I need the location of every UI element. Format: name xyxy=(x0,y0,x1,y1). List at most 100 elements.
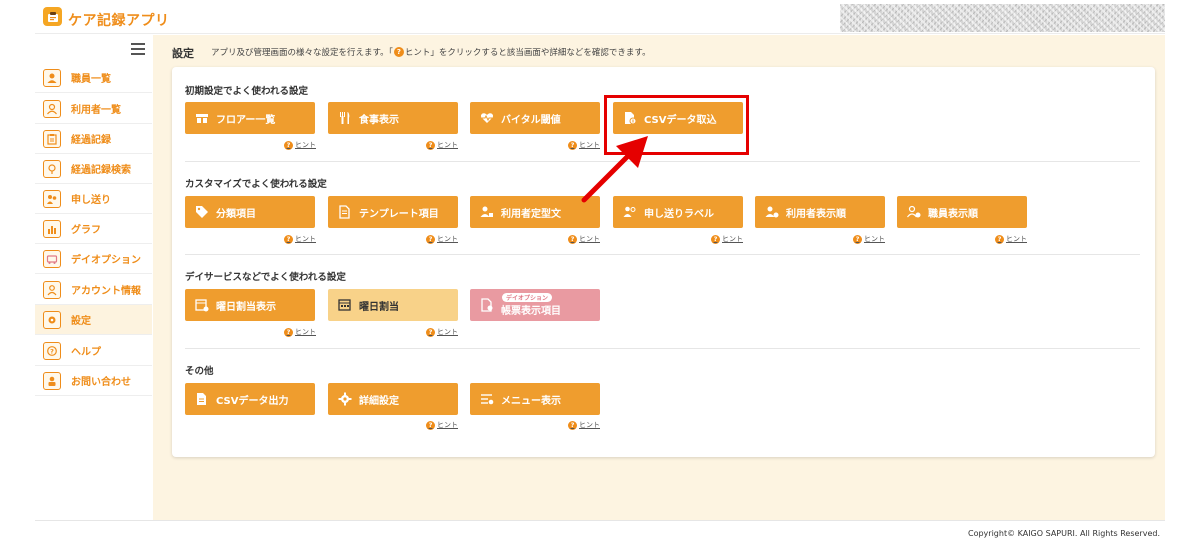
day-option-icon xyxy=(43,249,61,268)
sidebar-item-label: 利用者一覧 xyxy=(71,105,121,116)
tile-label: フロアー一覧 xyxy=(216,114,276,126)
hint-link[interactable]: ? ヒント xyxy=(426,234,458,244)
calendar-icon xyxy=(338,298,352,312)
hint-label: ヒント xyxy=(579,421,600,429)
sidebar-item-label: デイオプション xyxy=(71,255,141,266)
sidebar-item-day-option[interactable]: デイオプション xyxy=(35,244,152,274)
sidebar-item-account[interactable]: アカウント情報 xyxy=(35,275,152,305)
tile-user-display-order[interactable]: 利用者表示順 xyxy=(755,196,885,228)
hint-link[interactable]: ? ヒント xyxy=(426,420,458,430)
user-order-icon xyxy=(765,205,779,219)
day-option-badge: デイオプション xyxy=(502,293,553,302)
page-description-before: アプリ及び管理画面の様々な設定を行えます。「 xyxy=(211,48,393,58)
section-divider xyxy=(185,254,1140,255)
tile-label: 詳細設定 xyxy=(359,395,399,407)
hint-link[interactable]: ? ヒント xyxy=(853,234,885,244)
tile-label: 職員表示順 xyxy=(928,208,978,220)
hint-link[interactable]: ? ヒント xyxy=(284,327,316,337)
calendar-check-icon xyxy=(195,298,209,312)
account-icon xyxy=(43,280,61,299)
hint-label: ヒント xyxy=(437,421,458,429)
page-description: アプリ及び管理画面の様々な設定を行えます。「 ? ヒント 」をクリックすると該当… xyxy=(211,46,651,58)
header-pattern xyxy=(840,4,1165,32)
tile-staff-display-order[interactable]: 職員表示順 xyxy=(897,196,1027,228)
template-icon xyxy=(338,205,352,219)
hint-link[interactable]: ? ヒント xyxy=(426,140,458,150)
tile-category-items[interactable]: 分類項目 xyxy=(185,196,315,228)
tile-menu-display[interactable]: メニュー表示 xyxy=(470,383,600,415)
user-phrase-icon xyxy=(480,205,494,219)
fork-knife-icon xyxy=(338,111,352,125)
sidebar-item-graph[interactable]: グラフ xyxy=(35,214,152,244)
section-title-other: その他 xyxy=(185,366,214,377)
tile-label: 曜日割当 xyxy=(359,301,399,313)
floor-icon xyxy=(195,111,209,125)
handover-icon xyxy=(43,189,61,208)
sidebar: 職員一覧 利用者一覧 経過記録 経過記録検索 申し送り グラフ デイオプション … xyxy=(35,35,152,520)
sidebar-item-label: 経過記録検索 xyxy=(71,165,131,176)
hint-link[interactable]: ? ヒント xyxy=(284,234,316,244)
sidebar-item-staff-list[interactable]: 職員一覧 xyxy=(35,63,152,93)
help-icon: ? xyxy=(43,341,61,360)
tile-label: バイタル閾値 xyxy=(501,114,561,126)
hint-label: ヒント xyxy=(437,328,458,336)
section-divider xyxy=(185,348,1140,349)
question-icon: ? xyxy=(393,47,404,57)
sidebar-item-label: 経過記録 xyxy=(71,135,111,146)
sidebar-item-label: アカウント情報 xyxy=(71,286,141,297)
sidebar-item-handover[interactable]: 申し送り xyxy=(35,184,152,214)
question-icon: ? xyxy=(853,234,862,244)
hint-link[interactable]: ? ヒント xyxy=(568,234,600,244)
sidebar-item-record-search[interactable]: 経過記録検索 xyxy=(35,154,152,184)
hint-link[interactable]: ? ヒント xyxy=(995,234,1027,244)
tile-floor-list[interactable]: フロアー一覧 xyxy=(185,102,315,134)
sidebar-item-settings[interactable]: 設定 xyxy=(35,305,152,335)
section-title-day-service: デイサービスなどでよく使われる設定 xyxy=(185,272,346,283)
sidebar-item-label: ヘルプ xyxy=(71,347,101,358)
tile-report-display-items[interactable]: デイオプション 帳票表示項目 xyxy=(470,289,600,321)
gear-icon xyxy=(338,392,352,406)
hint-label: ヒント xyxy=(437,141,458,149)
question-icon: ? xyxy=(568,234,577,244)
sidebar-item-label: お問い合わせ xyxy=(71,377,131,388)
tile-weekday-assign[interactable]: 曜日割当 xyxy=(328,289,458,321)
app-title[interactable]: ケア記録アプリ xyxy=(68,10,170,30)
section-title-customize: カスタマイズでよく使われる設定 xyxy=(185,179,327,190)
sidebar-item-contact[interactable]: お問い合わせ xyxy=(35,366,152,396)
tile-label: テンプレート項目 xyxy=(359,208,439,220)
question-icon: ? xyxy=(426,234,435,244)
question-icon: ? xyxy=(426,327,435,337)
hamburger-icon[interactable] xyxy=(131,43,145,55)
hint-link[interactable]: ? ヒント xyxy=(426,327,458,337)
hint-link[interactable]: ? ヒント xyxy=(284,140,316,150)
sidebar-item-user-list[interactable]: 利用者一覧 xyxy=(35,94,152,124)
question-icon: ? xyxy=(284,234,293,244)
vital-heart-icon xyxy=(480,111,494,125)
settings-icon xyxy=(43,310,61,329)
tile-detail-settings[interactable]: 詳細設定 xyxy=(328,383,458,415)
question-icon: ? xyxy=(568,420,577,430)
footer-divider xyxy=(35,520,1165,521)
hint-link[interactable]: ? ヒント xyxy=(711,234,743,244)
tile-weekday-assign-display[interactable]: 曜日割当表示 xyxy=(185,289,315,321)
hint-label: ヒント xyxy=(579,235,600,243)
sidebar-item-help[interactable]: ? ヘルプ xyxy=(35,336,152,366)
tile-label: 分類項目 xyxy=(216,208,256,220)
svg-text:?: ? xyxy=(50,347,54,355)
care-record-logo-icon xyxy=(43,7,62,26)
tile-label: 食事表示 xyxy=(359,114,399,126)
tile-label: 帳票表示項目 xyxy=(501,305,561,317)
search-record-icon xyxy=(43,159,61,178)
tile-csv-export[interactable]: CSVデータ出力 xyxy=(185,383,315,415)
sidebar-item-label: グラフ xyxy=(71,225,101,236)
tile-template-items[interactable]: テンプレート項目 xyxy=(328,196,458,228)
staff-order-icon xyxy=(907,205,921,219)
tile-meal-display[interactable]: 食事表示 xyxy=(328,102,458,134)
sidebar-item-progress-record[interactable]: 経過記録 xyxy=(35,124,152,154)
staff-icon xyxy=(43,68,61,87)
hint-link[interactable]: ? ヒント xyxy=(568,420,600,430)
contact-icon xyxy=(43,371,61,390)
question-icon: ? xyxy=(426,140,435,150)
hint-label: ヒント xyxy=(295,235,316,243)
sidebar-item-label: 申し送り xyxy=(71,195,111,206)
